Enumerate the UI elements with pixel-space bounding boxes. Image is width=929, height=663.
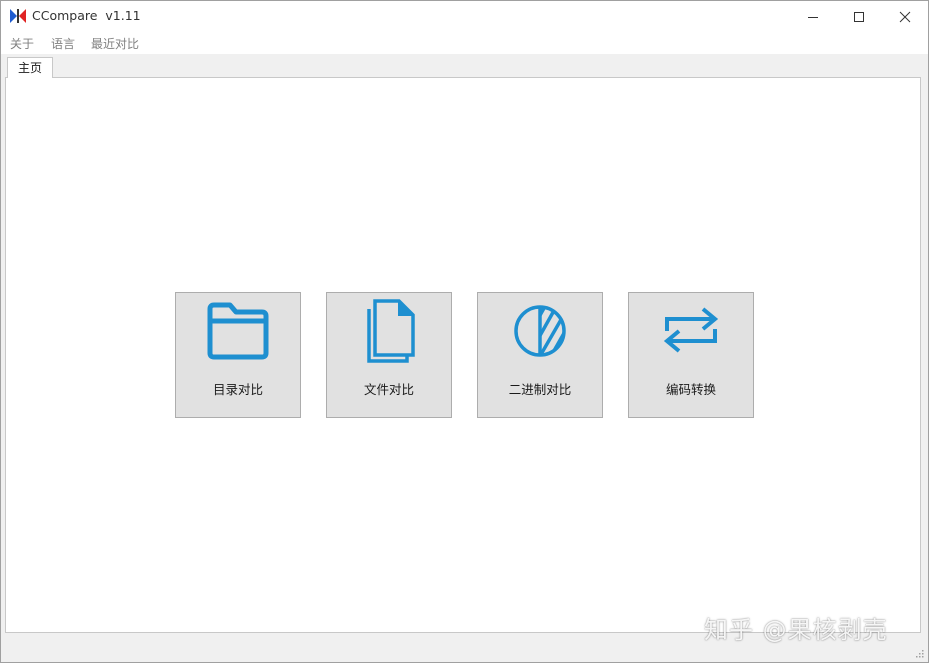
home-panel [5, 77, 921, 633]
menu-bar: 关于 语言 最近对比 [1, 32, 928, 54]
menu-item-about[interactable]: 关于 [10, 35, 34, 52]
binary-compare-button[interactable]: 二进制对比 [477, 292, 603, 418]
menu-item-language[interactable]: 语言 [51, 35, 75, 52]
encoding-convert-label: 编码转换 [665, 382, 716, 397]
encoding-convert-button[interactable]: 编码转换 [628, 292, 754, 418]
swap-arrows-icon [663, 307, 719, 353]
maximize-button[interactable] [836, 1, 882, 32]
half-circle-icon [514, 305, 566, 357]
directory-compare-button[interactable]: 目录对比 [175, 292, 301, 418]
menu-item-recent[interactable]: 最近对比 [91, 35, 139, 52]
app-window: CCompare v1.11 关于 语言 最近对比 主页 目录对比 文件对比 二… [0, 0, 929, 663]
folder-icon [207, 302, 269, 360]
file-compare-label: 文件对比 [363, 382, 414, 397]
maximize-icon [854, 11, 864, 22]
files-icon [367, 299, 415, 363]
ccompare-logo-icon [10, 9, 26, 23]
title-bar[interactable]: CCompare v1.11 [1, 1, 928, 32]
minimize-icon [808, 16, 818, 18]
close-icon [899, 11, 911, 22]
window-title: CCompare v1.11 [32, 8, 141, 23]
file-compare-button[interactable]: 文件对比 [326, 292, 452, 418]
close-button[interactable] [882, 1, 928, 32]
directory-compare-label: 目录对比 [212, 382, 263, 397]
resize-grip-icon[interactable] [914, 648, 924, 658]
minimize-button[interactable] [790, 1, 836, 32]
binary-compare-label: 二进制对比 [508, 382, 572, 397]
watermark: 知乎 @果核剥壳 [704, 616, 888, 644]
tab-home[interactable]: 主页 [7, 57, 53, 78]
